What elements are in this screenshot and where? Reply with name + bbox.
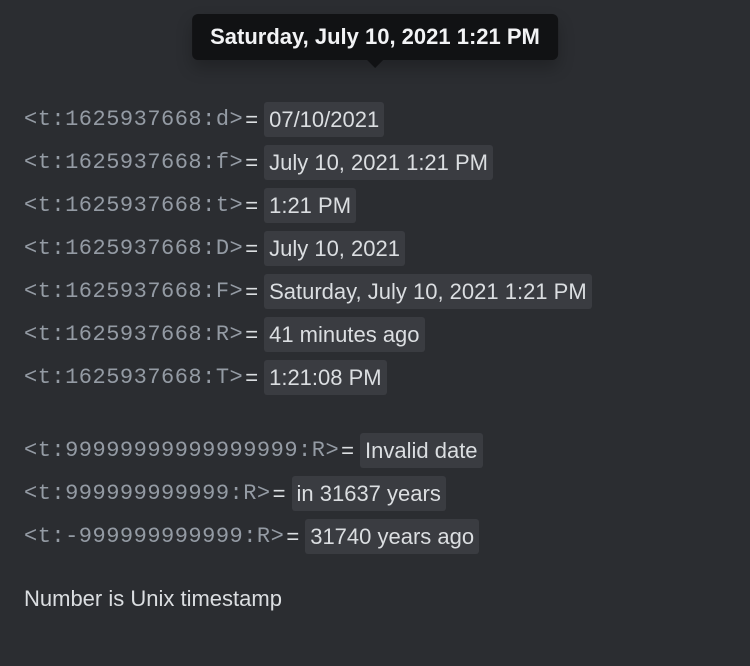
equals-sign: = [245, 361, 258, 394]
timestamp-code: <t:99999999999999999:R> [24, 434, 339, 467]
timestamp-code: <t:-999999999999:R> [24, 520, 284, 553]
timestamp-row: <t:1625937668:F> = Saturday, July 10, 20… [24, 274, 726, 309]
message-content: <t:1625937668:d> = 07/10/2021 <t:1625937… [24, 102, 726, 612]
tooltip-text: Saturday, July 10, 2021 1:21 PM [210, 24, 540, 49]
timestamp-output[interactable]: Invalid date [360, 433, 483, 468]
spacer [24, 403, 726, 433]
timestamp-output[interactable]: July 10, 2021 [264, 231, 405, 266]
timestamp-row: <t:1625937668:f> = July 10, 2021 1:21 PM [24, 145, 726, 180]
timestamp-code: <t:1625937668:F> [24, 275, 243, 308]
timestamp-row: <t:1625937668:t> = 1:21 PM [24, 188, 726, 223]
timestamp-row: <t:1625937668:R> = 41 minutes ago [24, 317, 726, 352]
timestamp-output[interactable]: Saturday, July 10, 2021 1:21 PM [264, 274, 592, 309]
timestamp-code: <t:1625937668:T> [24, 361, 243, 394]
timestamp-row: <t:1625937668:T> = 1:21:08 PM [24, 360, 726, 395]
equals-sign: = [341, 434, 354, 467]
timestamp-output[interactable]: 31740 years ago [305, 519, 479, 554]
timestamp-row: <t:999999999999:R> = in 31637 years [24, 476, 726, 511]
footer-text: Number is Unix timestamp [24, 586, 282, 611]
timestamp-code: <t:1625937668:d> [24, 103, 243, 136]
footer-note: Number is Unix timestamp [24, 586, 726, 612]
tooltip: Saturday, July 10, 2021 1:21 PM [192, 14, 558, 60]
equals-sign: = [245, 275, 258, 308]
timestamp-row: <t:1625937668:d> = 07/10/2021 [24, 102, 726, 137]
equals-sign: = [245, 232, 258, 265]
timestamp-row: <t:-999999999999:R> = 31740 years ago [24, 519, 726, 554]
equals-sign: = [245, 318, 258, 351]
equals-sign: = [245, 189, 258, 222]
tooltip-container: Saturday, July 10, 2021 1:21 PM [192, 14, 558, 60]
timestamp-code: <t:999999999999:R> [24, 477, 271, 510]
timestamp-row: <t:99999999999999999:R> = Invalid date [24, 433, 726, 468]
equals-sign: = [245, 146, 258, 179]
timestamp-output[interactable]: 41 minutes ago [264, 317, 424, 352]
timestamp-output[interactable]: 1:21:08 PM [264, 360, 387, 395]
timestamp-output[interactable]: in 31637 years [292, 476, 446, 511]
timestamp-code: <t:1625937668:t> [24, 189, 243, 222]
timestamp-output[interactable]: 1:21 PM [264, 188, 356, 223]
timestamp-output[interactable]: July 10, 2021 1:21 PM [264, 145, 493, 180]
equals-sign: = [286, 520, 299, 553]
timestamp-output[interactable]: 07/10/2021 [264, 102, 384, 137]
equals-sign: = [273, 477, 286, 510]
equals-sign: = [245, 103, 258, 136]
timestamp-row: <t:1625937668:D> = July 10, 2021 [24, 231, 726, 266]
timestamp-code: <t:1625937668:D> [24, 232, 243, 265]
timestamp-code: <t:1625937668:R> [24, 318, 243, 351]
timestamp-code: <t:1625937668:f> [24, 146, 243, 179]
